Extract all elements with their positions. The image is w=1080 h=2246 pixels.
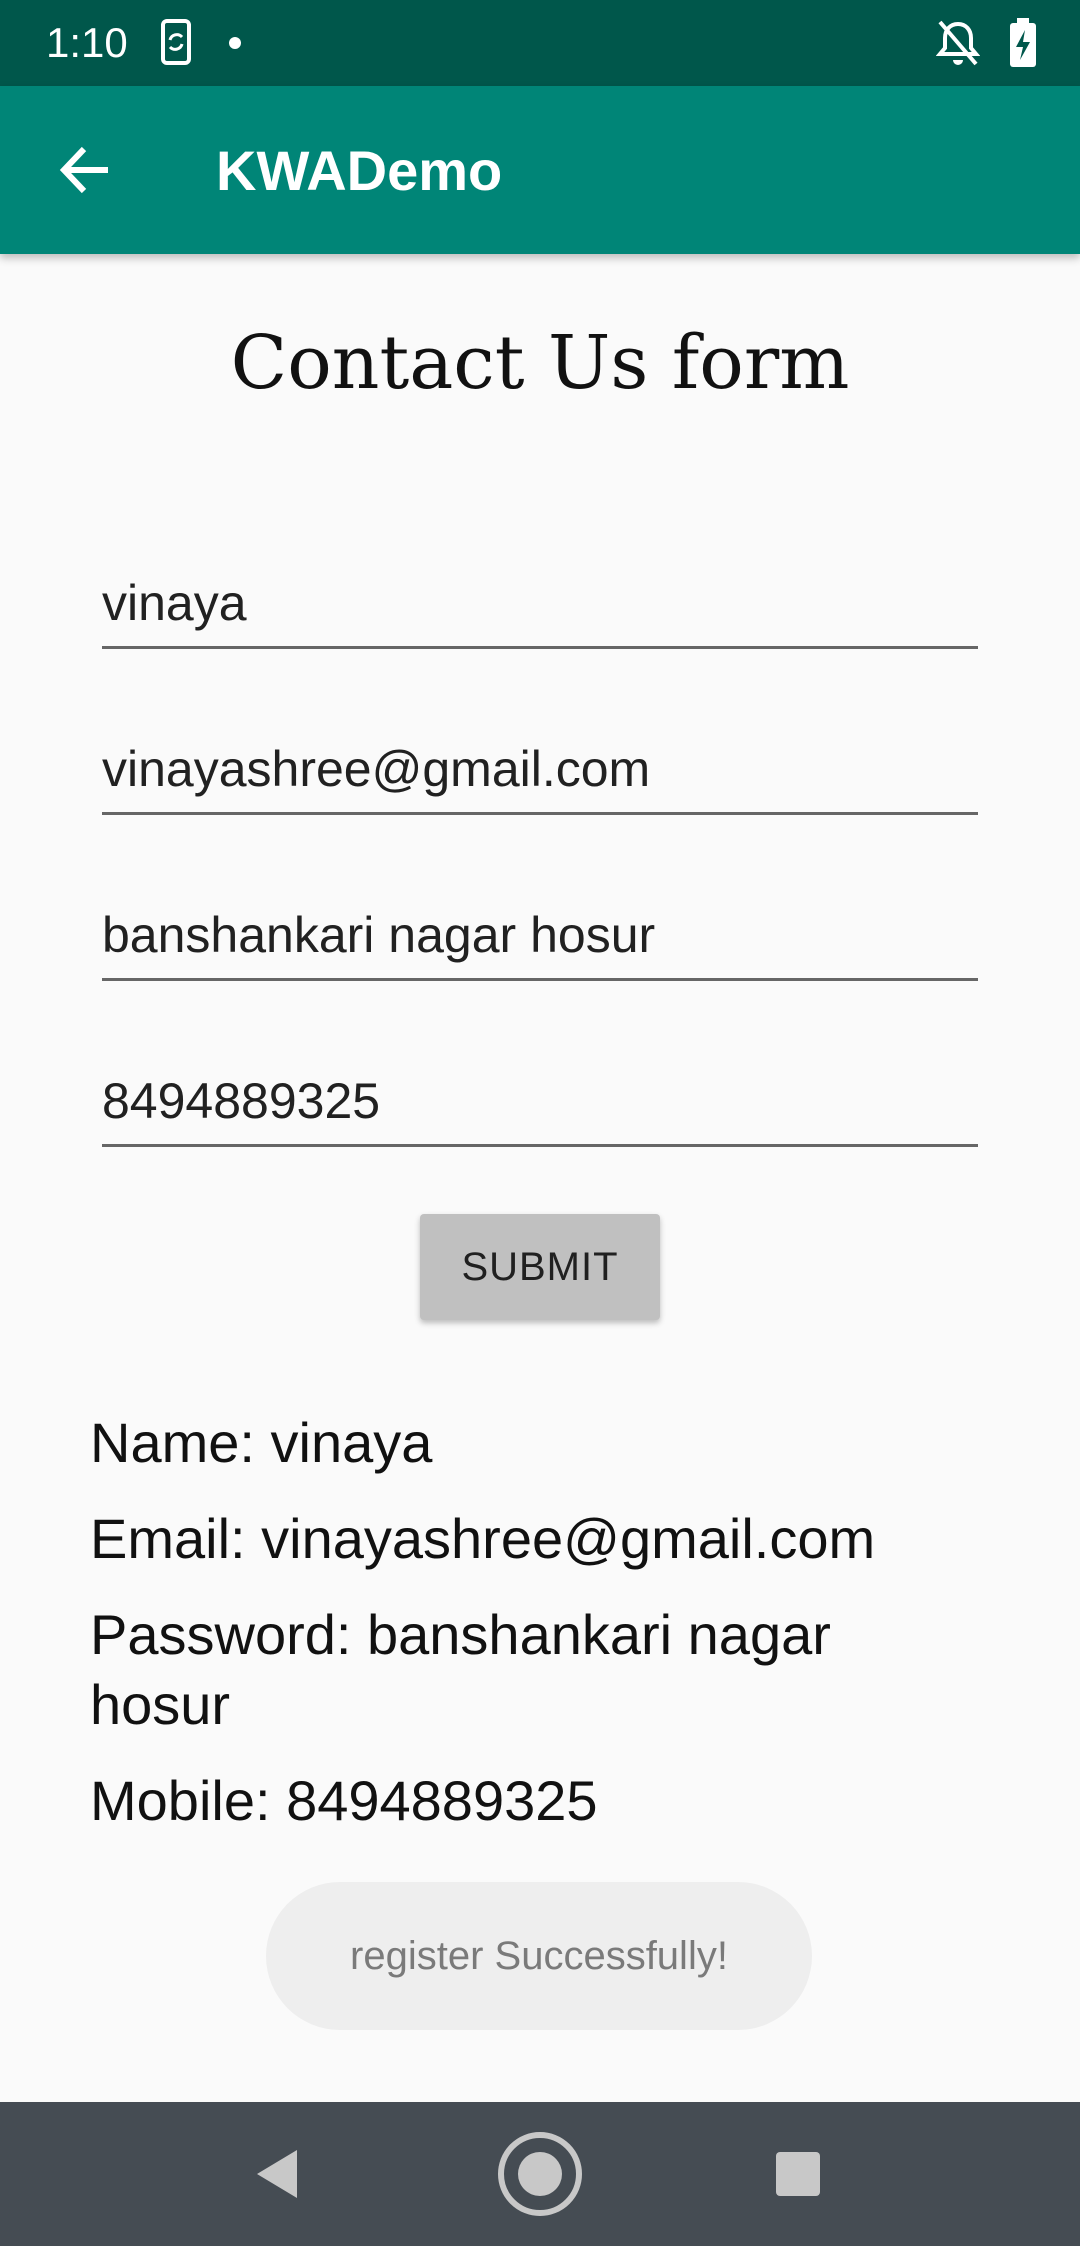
- nav-back-icon: [257, 2150, 297, 2198]
- app-bar: KWADemo: [0, 86, 1080, 254]
- page-title: Contact Us form: [230, 320, 850, 406]
- result-password: Password: banshankari nagar hosur: [90, 1603, 831, 1736]
- arrow-back-icon: [59, 146, 108, 194]
- app-title: KWADemo: [216, 139, 503, 202]
- notification-dot-icon: [228, 36, 242, 55]
- toast-message: register Successfully!: [266, 1882, 812, 2030]
- status-time: 1:10: [46, 19, 128, 66]
- result-name: Name: vinaya: [90, 1411, 433, 1474]
- back-button[interactable]: [40, 130, 130, 210]
- email-field[interactable]: [102, 726, 978, 815]
- navigation-bar: [0, 2102, 1080, 2246]
- name-field[interactable]: [102, 560, 978, 649]
- battery-charging-icon: [1008, 18, 1038, 73]
- result-mobile: Mobile: 8494889325: [90, 1769, 598, 1832]
- mobile-field[interactable]: [102, 1058, 978, 1147]
- submit-button[interactable]: SUBMIT: [420, 1214, 660, 1320]
- password-field[interactable]: [102, 892, 978, 981]
- notifications-off-icon: [935, 18, 981, 73]
- result-email: Email: vinayashree@gmail.com: [90, 1507, 876, 1570]
- nav-recents-button[interactable]: [718, 2102, 878, 2246]
- nav-home-icon: [498, 2132, 582, 2216]
- nav-recents-icon: [776, 2152, 820, 2196]
- nav-home-button[interactable]: [460, 2102, 620, 2246]
- phone-sync-icon: [160, 18, 196, 73]
- nav-back-button[interactable]: [196, 2102, 356, 2246]
- status-bar: 1:10: [0, 0, 1080, 86]
